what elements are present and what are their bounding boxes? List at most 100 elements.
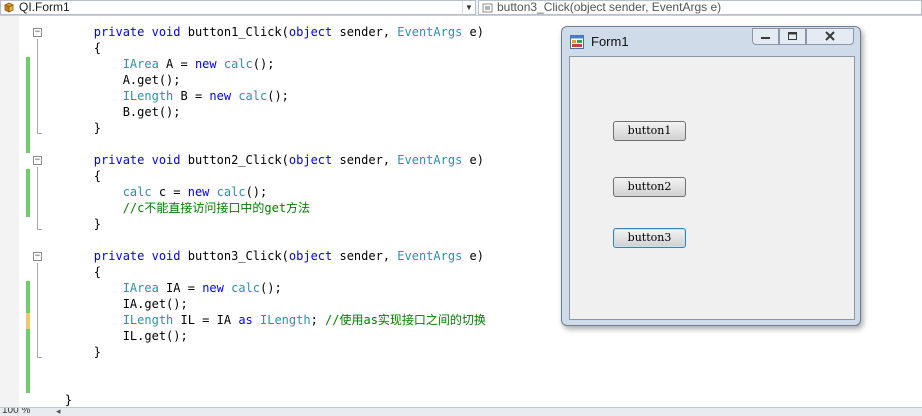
- close-button[interactable]: [806, 28, 854, 45]
- code-line[interactable]: }: [36, 392, 72, 408]
- code-token: calc: [231, 281, 261, 295]
- code-line[interactable]: private void button2_Click(object sender…: [36, 152, 484, 168]
- code-token: }: [36, 121, 102, 135]
- code-token: }: [36, 393, 73, 407]
- code-token: }: [36, 345, 102, 359]
- code-token: private: [93, 25, 145, 39]
- code-token: e): [462, 153, 484, 167]
- code-token: //c不能直接访问接口中的get方法: [122, 201, 311, 215]
- maximize-button[interactable]: [779, 28, 806, 45]
- code-line[interactable]: {: [36, 40, 101, 56]
- method-icon: [482, 3, 493, 13]
- change-indicator: [26, 57, 30, 153]
- code-line[interactable]: ILength B = new calc();: [36, 88, 289, 104]
- code-line[interactable]: calc c = new calc();: [36, 184, 268, 200]
- change-indicator: [26, 329, 30, 393]
- code-token: A.get();: [36, 73, 181, 87]
- code-token: private: [93, 249, 145, 263]
- code-token: sender,: [332, 153, 398, 167]
- code-token: ();: [252, 57, 275, 71]
- code-token: private: [93, 153, 145, 167]
- code-token: }: [36, 217, 102, 231]
- code-token: object: [288, 25, 333, 39]
- code-line[interactable]: IA.get();: [36, 296, 188, 312]
- code-line[interactable]: B.get();: [36, 104, 181, 120]
- minimize-icon: [761, 37, 770, 39]
- class-icon: [4, 2, 14, 13]
- code-token: new: [187, 185, 210, 199]
- chevron-down-icon[interactable]: ▼: [462, 1, 475, 14]
- code-token: e): [462, 249, 484, 263]
- code-line[interactable]: IArea A = new calc();: [36, 56, 275, 72]
- status-bar: 100 % ◂: [0, 407, 922, 416]
- code-line[interactable]: IL.get();: [36, 328, 188, 344]
- class-combo-value: QI.Form1: [19, 0, 70, 14]
- code-line[interactable]: A.get();: [36, 72, 181, 88]
- code-token: object: [288, 249, 333, 263]
- code-token: IA.get();: [36, 297, 188, 311]
- code-token: calc: [238, 89, 268, 103]
- code-line[interactable]: private void button3_Click(object sender…: [36, 248, 484, 264]
- code-line[interactable]: {: [36, 168, 101, 184]
- code-token: ILength: [122, 89, 174, 103]
- code-token: IArea: [122, 281, 159, 295]
- class-combo[interactable]: QI.Form1 ▼: [0, 0, 476, 15]
- code-token: B =: [173, 89, 210, 103]
- code-token: as: [238, 313, 253, 327]
- code-token: new: [209, 89, 232, 103]
- maximize-icon: [788, 32, 797, 40]
- code-token: IL.get();: [36, 329, 188, 343]
- code-token: button2_Click(: [180, 153, 289, 167]
- code-line[interactable]: {: [36, 264, 101, 280]
- code-token: {: [36, 169, 102, 183]
- scroll-left-arrow-icon[interactable]: ◂: [56, 408, 61, 416]
- code-token: EventArgs: [397, 25, 463, 39]
- code-line[interactable]: IArea IA = new calc();: [36, 280, 282, 296]
- change-indicator: [26, 281, 30, 313]
- code-token: calc: [216, 185, 246, 199]
- code-token: void: [151, 153, 181, 167]
- code-token: calc: [223, 57, 253, 71]
- code-token: IL = IA: [173, 313, 239, 327]
- code-line[interactable]: }: [36, 120, 101, 136]
- form-title: Form1: [591, 34, 629, 49]
- code-line[interactable]: //c不能直接访问接口中的get方法: [36, 200, 310, 216]
- minimize-button[interactable]: [752, 28, 779, 45]
- code-token: sender,: [332, 25, 398, 39]
- code-line[interactable]: }: [36, 344, 101, 360]
- code-token: void: [151, 249, 181, 263]
- member-combo[interactable]: button3_Click(object sender, EventArgs e…: [478, 0, 922, 15]
- button1[interactable]: button1: [613, 121, 686, 141]
- close-icon: [825, 31, 835, 41]
- code-token: {: [36, 265, 102, 279]
- code-token: e): [462, 25, 484, 39]
- code-token: sender,: [332, 249, 398, 263]
- zoom-level[interactable]: 100 %: [2, 408, 30, 416]
- code-token: ;: [310, 313, 326, 327]
- code-token: B.get();: [36, 105, 181, 119]
- code-token: ();: [260, 281, 282, 295]
- code-line[interactable]: }: [36, 216, 101, 232]
- code-token: button3_Click(: [180, 249, 289, 263]
- button2[interactable]: button2: [613, 177, 686, 197]
- code-token: ILength: [260, 313, 311, 327]
- change-indicator: [26, 169, 30, 217]
- button3[interactable]: button3: [613, 228, 686, 248]
- code-line[interactable]: ILength IL = IA as ILength; //使用as实现接口之间…: [36, 312, 486, 328]
- form-client-area: button1 button2 button3: [569, 56, 855, 320]
- code-token: A =: [158, 57, 195, 71]
- code-line[interactable]: private void button1_Click(object sender…: [36, 24, 484, 40]
- code-token: ();: [245, 185, 268, 199]
